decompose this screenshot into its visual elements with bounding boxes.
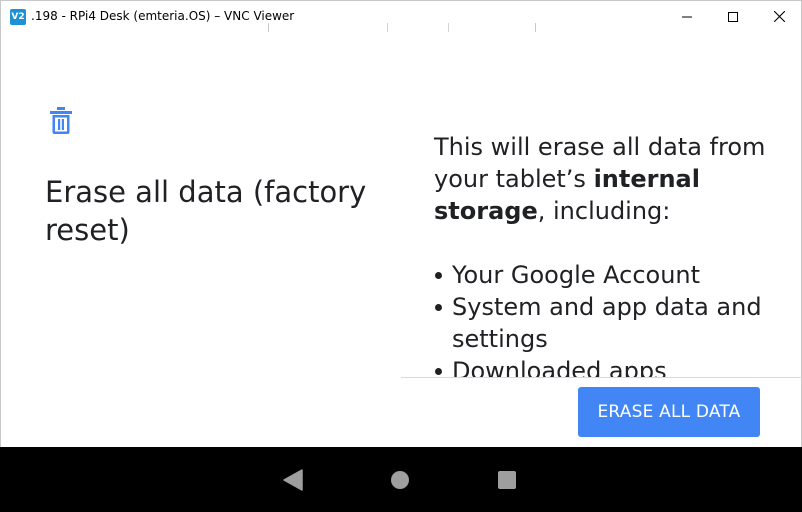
android-nav-bar	[0, 447, 802, 512]
recents-button[interactable]	[490, 447, 524, 512]
maximize-icon	[728, 11, 738, 22]
minimize-icon	[682, 16, 692, 17]
home-button[interactable]	[383, 447, 417, 512]
list-item: Downloaded apps	[434, 355, 779, 378]
erase-all-data-button[interactable]: ERASE ALL DATA	[578, 387, 760, 437]
recents-square-icon	[498, 470, 516, 489]
minimize-button[interactable]	[664, 1, 710, 32]
page-title: Erase all data (factory reset)	[45, 175, 367, 247]
home-circle-icon	[391, 470, 409, 489]
back-triangle-icon	[283, 468, 303, 491]
maximize-button[interactable]	[710, 1, 756, 32]
vnc-viewer-icon[interactable]: V2	[10, 9, 26, 25]
window-titlebar[interactable]: V2 .198 - RPi4 Desk (emteria.OS) – VNC V…	[0, 0, 802, 35]
list-item: Your Google Account	[434, 259, 779, 291]
close-button[interactable]	[756, 1, 802, 32]
erased-items-list: Your Google Account System and app data …	[434, 259, 779, 378]
description-scroll-area[interactable]: This will erase all data from your table…	[401, 32, 802, 378]
factory-reset-screen: Erase all data (factory reset) This will…	[0, 32, 802, 447]
close-icon	[773, 11, 785, 22]
back-button[interactable]	[276, 447, 310, 512]
list-item: System and app data and settings	[434, 291, 779, 355]
trash-icon	[50, 107, 72, 134]
window-title: .198 - RPi4 Desk (emteria.OS) – VNC View…	[31, 9, 295, 23]
footer-divider	[401, 377, 802, 378]
erase-description: This will erase all data from your table…	[434, 131, 779, 378]
description-text-end: , including:	[537, 197, 671, 225]
